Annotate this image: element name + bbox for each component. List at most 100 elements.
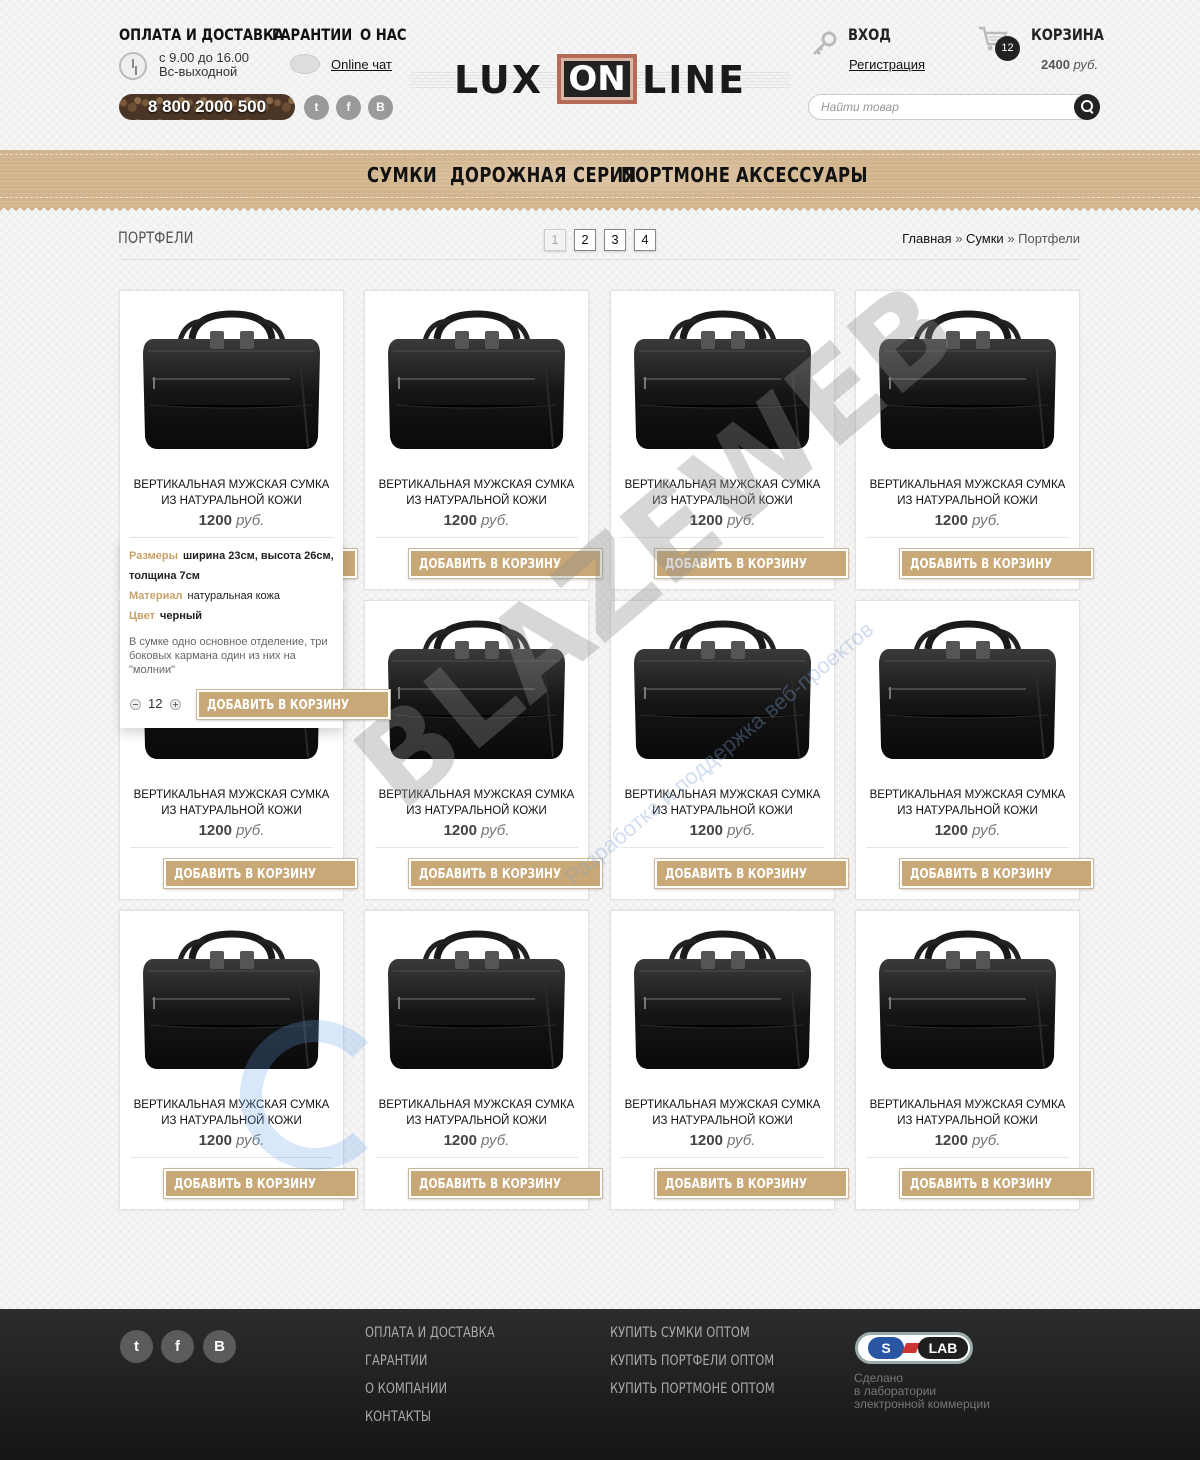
vk-icon[interactable]: B bbox=[203, 1330, 236, 1363]
product-card[interactable]: ВЕРТИКАЛЬНАЯ МУЖСКАЯ СУМКА ИЗ НАТУРАЛЬНО… bbox=[610, 910, 849, 1210]
login-link[interactable]: ВХОД bbox=[848, 25, 891, 44]
nav-payment-delivery[interactable]: ОПЛАТА И ДОСТАВКА bbox=[119, 25, 284, 44]
product-name[interactable]: ВЕРТИКАЛЬНАЯ МУЖСКАЯ СУМКА ИЗ НАТУРАЛЬНО… bbox=[365, 477, 588, 509]
popup-add-to-cart-button[interactable]: ДОБАВИТЬ В КОРЗИНУ bbox=[197, 690, 391, 719]
add-to-cart-button[interactable]: ДОБАВИТЬ В КОРЗИНУ bbox=[409, 1169, 603, 1198]
sizes-label: Размеры bbox=[129, 550, 179, 562]
product-image[interactable] bbox=[631, 929, 814, 1074]
vk-icon[interactable]: B bbox=[368, 95, 393, 120]
product-image[interactable] bbox=[140, 929, 323, 1074]
site-logo[interactable]: LUX ON LINE bbox=[410, 52, 790, 106]
footer-contacts-link[interactable]: КОНТАКТЫ bbox=[365, 1409, 431, 1425]
product-image[interactable] bbox=[876, 619, 1059, 764]
product-name[interactable]: ВЕРТИКАЛЬНАЯ МУЖСКАЯ СУМКА ИЗ НАТУРАЛЬНО… bbox=[856, 787, 1079, 819]
product-name[interactable]: ВЕРТИКАЛЬНАЯ МУЖСКАЯ СУМКА ИЗ НАТУРАЛЬНО… bbox=[120, 1097, 343, 1129]
page-4[interactable]: 4 bbox=[634, 229, 656, 251]
product-image[interactable] bbox=[631, 309, 814, 454]
page-2[interactable]: 2 bbox=[574, 229, 596, 251]
price-value: 1200 bbox=[198, 1132, 232, 1149]
twitter-icon[interactable]: t bbox=[304, 95, 329, 120]
product-name[interactable]: ВЕРТИКАЛЬНАЯ МУЖСКАЯ СУМКА ИЗ НАТУРАЛЬНО… bbox=[365, 787, 588, 819]
product-name[interactable]: ВЕРТИКАЛЬНАЯ МУЖСКАЯ СУМКА ИЗ НАТУРАЛЬНО… bbox=[611, 477, 834, 509]
site-footer: t f B ОПЛАТА И ДОСТАВКА ГАРАНТИИ О КОМПА… bbox=[0, 1309, 1200, 1460]
facebook-icon[interactable]: f bbox=[336, 95, 361, 120]
product-name[interactable]: ВЕРТИКАЛЬНАЯ МУЖСКАЯ СУМКА ИЗ НАТУРАЛЬНО… bbox=[856, 477, 1079, 509]
nav-guarantees[interactable]: ГАРАНТИИ bbox=[272, 25, 352, 44]
product-name[interactable]: ВЕРТИКАЛЬНАЯ МУЖСКАЯ СУМКА ИЗ НАТУРАЛЬНО… bbox=[120, 477, 343, 509]
card-divider bbox=[621, 537, 824, 538]
footer-wholesale-briefcases-link[interactable]: КУПИТЬ ПОРТФЕЛИ ОПТОМ bbox=[610, 1353, 774, 1369]
add-to-cart-button[interactable]: ДОБАВИТЬ В КОРЗИНУ bbox=[164, 859, 358, 888]
search-icon[interactable] bbox=[1074, 94, 1100, 120]
search-input[interactable] bbox=[821, 100, 1061, 114]
product-image[interactable] bbox=[631, 619, 814, 764]
facebook-icon[interactable]: f bbox=[161, 1330, 194, 1363]
add-to-cart-button[interactable]: ДОБАВИТЬ В КОРЗИНУ bbox=[900, 1169, 1094, 1198]
product-name[interactable]: ВЕРТИКАЛЬНАЯ МУЖСКАЯ СУМКА ИЗ НАТУРАЛЬНО… bbox=[611, 787, 834, 819]
product-name[interactable]: ВЕРТИКАЛЬНАЯ МУЖСКАЯ СУМКА ИЗ НАТУРАЛЬНО… bbox=[856, 1097, 1079, 1129]
footer-wholesale-wallets-link[interactable]: КУПИТЬ ПОРТМОНЕ ОПТОМ bbox=[610, 1381, 775, 1397]
add-to-cart-button[interactable]: ДОБАВИТЬ В КОРЗИНУ bbox=[164, 1169, 358, 1198]
product-card[interactable]: ВЕРТИКАЛЬНАЯ МУЖСКАЯ СУМКА ИЗ НАТУРАЛЬНО… bbox=[855, 910, 1094, 1210]
cart-total: 2400 руб. bbox=[1041, 57, 1098, 72]
site-header: ОПЛАТА И ДОСТАВКА ГАРАНТИИ О НАС с 9.00 … bbox=[0, 0, 1200, 150]
popup-add-to-cart-label: ДОБАВИТЬ В КОРЗИНУ bbox=[207, 698, 350, 713]
product-image[interactable] bbox=[876, 309, 1059, 454]
product-image[interactable] bbox=[385, 929, 568, 1074]
add-to-cart-button[interactable]: ДОБАВИТЬ В КОРЗИНУ bbox=[655, 1169, 849, 1198]
product-card[interactable]: ВЕРТИКАЛЬНАЯ МУЖСКАЯ СУМКА ИЗ НАТУРАЛЬНО… bbox=[610, 600, 849, 900]
register-link[interactable]: Регистрация bbox=[849, 57, 925, 72]
slab-logo[interactable]: S LAB bbox=[855, 1332, 973, 1364]
material-value: натуральная кожа bbox=[187, 590, 281, 602]
page-1[interactable]: 1 bbox=[544, 229, 566, 251]
key-icon bbox=[812, 31, 837, 56]
price-currency: руб. bbox=[481, 512, 510, 529]
nav-about[interactable]: О НАС bbox=[360, 25, 406, 44]
product-card[interactable]: ВЕРТИКАЛЬНАЯ МУЖСКАЯ СУМКА ИЗ НАТУРАЛЬНО… bbox=[364, 910, 603, 1210]
add-to-cart-button[interactable]: ДОБАВИТЬ В КОРЗИНУ bbox=[655, 859, 849, 888]
phone-number: 8 800 2000 500 bbox=[119, 94, 295, 120]
add-to-cart-button[interactable]: ДОБАВИТЬ В КОРЗИНУ bbox=[409, 549, 603, 578]
product-name-line: ИЗ НАТУРАЛЬНОЙ КОЖИ bbox=[161, 495, 302, 507]
product-card[interactable]: ВЕРТИКАЛЬНАЯ МУЖСКАЯ СУМКА ИЗ НАТУРАЛЬНО… bbox=[610, 290, 849, 590]
footer-company-link[interactable]: О КОМПАНИИ bbox=[365, 1381, 447, 1397]
category-bags[interactable]: СУМКИ bbox=[367, 163, 437, 187]
category-wallets[interactable]: ПОРТМОНЕ bbox=[621, 163, 730, 187]
sizes-value-cont: толщина 7см bbox=[129, 570, 200, 582]
breadcrumb-bags[interactable]: Сумки bbox=[966, 231, 1004, 246]
minus-icon[interactable] bbox=[130, 699, 141, 710]
product-image[interactable] bbox=[385, 619, 568, 764]
footer-guarantees-link[interactable]: ГАРАНТИИ bbox=[365, 1353, 427, 1369]
product-image[interactable] bbox=[385, 309, 568, 454]
footer-wholesale-bags-link[interactable]: КУПИТЬ СУМКИ ОПТОМ bbox=[610, 1325, 750, 1341]
made-line3: электронной коммерции bbox=[854, 1397, 990, 1411]
product-name[interactable]: ВЕРТИКАЛЬНАЯ МУЖСКАЯ СУМКА ИЗ НАТУРАЛЬНО… bbox=[611, 1097, 834, 1129]
breadcrumb-home[interactable]: Главная bbox=[902, 231, 951, 246]
product-card[interactable]: ВЕРТИКАЛЬНАЯ МУЖСКАЯ СУМКА ИЗ НАТУРАЛЬНО… bbox=[855, 290, 1094, 590]
category-accessories[interactable]: АКСЕССУАРЫ bbox=[736, 163, 868, 187]
product-name[interactable]: ВЕРТИКАЛЬНАЯ МУЖСКАЯ СУМКА ИЗ НАТУРАЛЬНО… bbox=[365, 1097, 588, 1129]
twitter-icon[interactable]: t bbox=[120, 1330, 153, 1363]
product-image[interactable] bbox=[140, 309, 323, 454]
product-name[interactable]: ВЕРТИКАЛЬНАЯ МУЖСКАЯ СУМКА ИЗ НАТУРАЛЬНО… bbox=[120, 787, 343, 819]
product-price: 1200 руб. bbox=[856, 512, 1079, 529]
product-card[interactable]: ВЕРТИКАЛЬНАЯ МУЖСКАЯ СУМКА ИЗ НАТУРАЛЬНО… bbox=[119, 910, 358, 1210]
page-3[interactable]: 3 bbox=[604, 229, 626, 251]
footer-payment-link[interactable]: ОПЛАТА И ДОСТАВКА bbox=[365, 1325, 495, 1341]
card-divider bbox=[375, 1157, 578, 1158]
product-image[interactable] bbox=[876, 929, 1059, 1074]
product-name-line: ИЗ НАТУРАЛЬНОЙ КОЖИ bbox=[652, 1115, 793, 1127]
cart-link[interactable]: КОРЗИНА bbox=[1031, 25, 1104, 44]
card-divider bbox=[866, 847, 1069, 848]
breadcrumb-sep: » bbox=[955, 231, 963, 246]
category-travel[interactable]: ДОРОЖНАЯ СЕРИЯ bbox=[450, 163, 637, 187]
online-chat-link[interactable]: Online чат bbox=[331, 57, 392, 72]
product-card[interactable]: ВЕРТИКАЛЬНАЯ МУЖСКАЯ СУМКА ИЗ НАТУРАЛЬНО… bbox=[364, 290, 603, 590]
plus-icon[interactable] bbox=[170, 699, 181, 710]
add-to-cart-button[interactable]: ДОБАВИТЬ В КОРЗИНУ bbox=[655, 549, 849, 578]
add-to-cart-button[interactable]: ДОБАВИТЬ В КОРЗИНУ bbox=[409, 859, 603, 888]
product-card[interactable]: ВЕРТИКАЛЬНАЯ МУЖСКАЯ СУМКА ИЗ НАТУРАЛЬНО… bbox=[364, 600, 603, 900]
product-card[interactable]: ВЕРТИКАЛЬНАЯ МУЖСКАЯ СУМКА ИЗ НАТУРАЛЬНО… bbox=[855, 600, 1094, 900]
add-to-cart-button[interactable]: ДОБАВИТЬ В КОРЗИНУ bbox=[900, 859, 1094, 888]
add-to-cart-button[interactable]: ДОБАВИТЬ В КОРЗИНУ bbox=[900, 549, 1094, 578]
